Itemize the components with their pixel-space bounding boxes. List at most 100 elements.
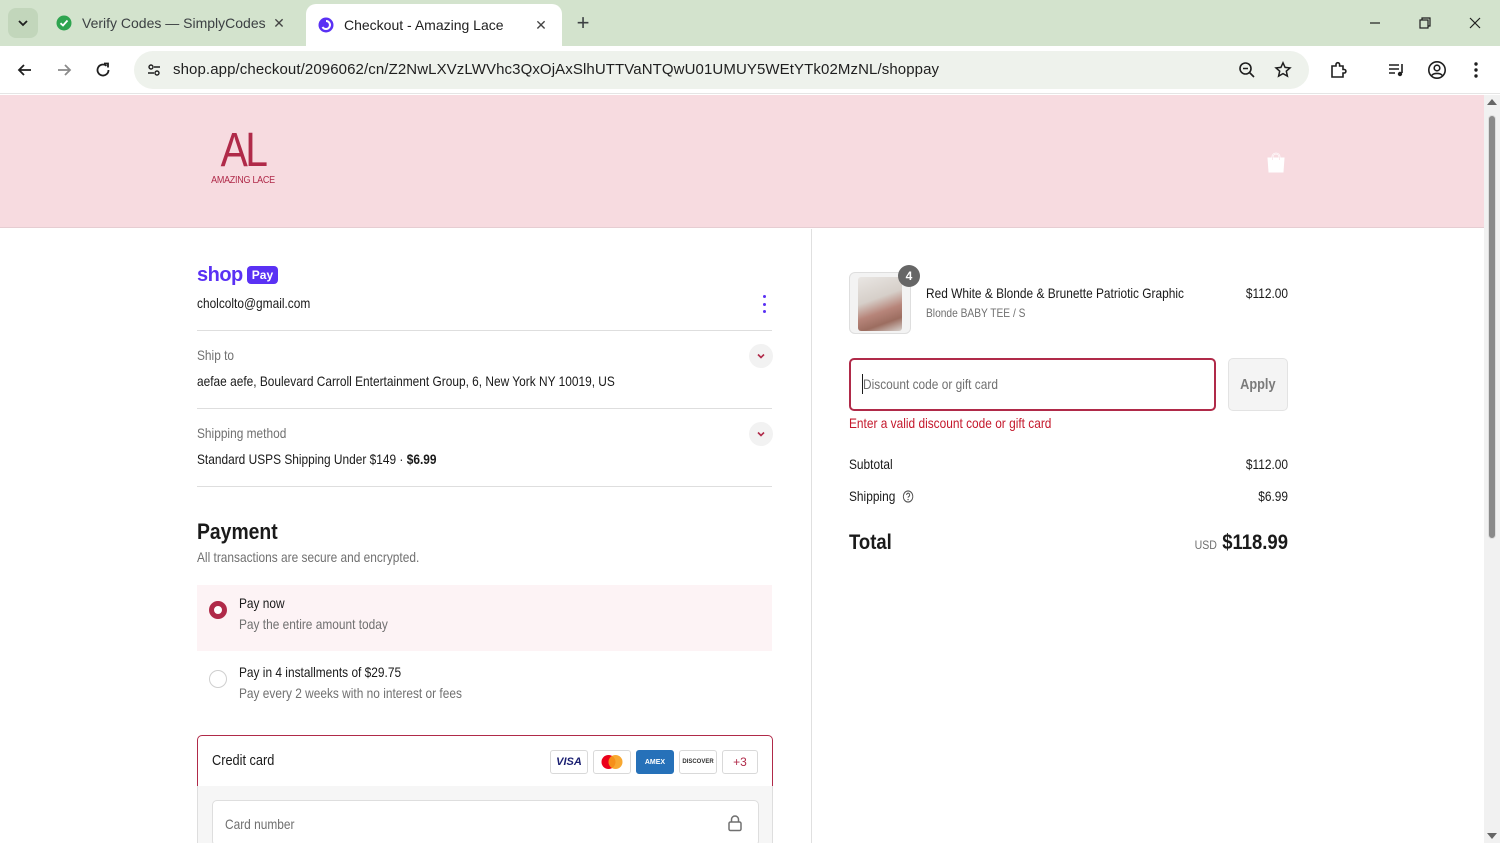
back-button[interactable] [10, 55, 40, 85]
shipping-value: $6.99 [1258, 488, 1288, 504]
page-viewport: AL AMAZING LACE shop Pay cholcolto@gmail… [0, 95, 1484, 843]
chevron-down-icon [757, 353, 765, 359]
reload-icon [96, 62, 110, 77]
discount-error-message: Enter a valid discount code or gift card [849, 415, 1052, 431]
pay-in-installments-option[interactable]: Pay in 4 installments of $29.75 Pay ever… [197, 654, 772, 720]
mastercard-icon [593, 750, 631, 774]
tab-title: Verify Codes — SimplyCodes [82, 15, 266, 31]
shipping-method-value: Standard USPS Shipping Under $149 · $6.9… [197, 451, 437, 467]
total-amount: $118.99 [1222, 531, 1288, 554]
lock-icon [728, 815, 742, 832]
arrow-left-icon [17, 64, 31, 76]
subtotal-label: Subtotal [849, 456, 893, 472]
puzzle-icon [1331, 61, 1347, 78]
forward-button[interactable] [49, 55, 79, 85]
store-logo[interactable]: AL AMAZING LACE [206, 127, 280, 191]
shop-pay-logo: shop Pay [197, 263, 279, 287]
payment-title: Payment [197, 519, 278, 544]
shopping-bag-icon[interactable] [1264, 151, 1288, 175]
card-number-field[interactable]: Card number [212, 800, 759, 843]
card-brands: VISA AMEX DISCOVER +3 [550, 750, 758, 774]
shop-pay-badge: Pay [246, 266, 279, 284]
shipping-method-price: $6.99 [406, 451, 437, 467]
credit-card-option[interactable]: Credit card VISA AMEX DISCOVER +3 [197, 735, 773, 787]
account-circle-icon [1428, 61, 1446, 79]
scrollbar-thumb[interactable] [1488, 115, 1496, 539]
discover-icon: DISCOVER [679, 750, 717, 774]
apply-label: Apply [1240, 376, 1276, 393]
extensions-button[interactable] [1325, 56, 1353, 84]
restore-button[interactable] [1410, 8, 1440, 38]
credit-card-form: Card number [197, 786, 773, 843]
apply-discount-button[interactable]: Apply [1228, 358, 1288, 411]
discount-code-input[interactable]: Discount code or gift card [849, 358, 1216, 411]
restore-icon [1419, 17, 1431, 29]
minimize-button[interactable] [1360, 8, 1390, 38]
more-cards-badge: +3 [722, 750, 758, 774]
product-variant: Blonde BABY TEE / S [926, 306, 1026, 320]
tab-search-button[interactable] [8, 8, 38, 38]
pay-now-radio[interactable] [209, 601, 227, 619]
currency-code: USD [1194, 538, 1217, 552]
pay-now-option[interactable]: Pay now Pay the entire amount today [197, 585, 772, 651]
site-info-button[interactable] [140, 56, 168, 84]
divider [197, 330, 772, 331]
option-title: Pay in 4 installments of $29.75 [239, 664, 402, 680]
more-vertical-icon [1474, 62, 1478, 78]
help-circle-icon[interactable] [902, 489, 913, 503]
discount-placeholder: Discount code or gift card [863, 376, 998, 392]
credit-card-label: Credit card [212, 752, 275, 769]
option-subtitle: Pay the entire amount today [239, 616, 388, 632]
close-tab-icon[interactable]: ✕ [270, 14, 288, 32]
ship-to-label: Ship to [197, 347, 235, 363]
tab-checkout[interactable]: Checkout - Amazing Lace ✕ [306, 4, 562, 46]
logo-monogram: AL [220, 124, 268, 177]
quantity-badge: 4 [898, 265, 920, 287]
simplycodes-icon [56, 15, 72, 31]
shipping-label: Shipping [849, 488, 913, 504]
page-scrollbar[interactable] [1484, 95, 1500, 843]
pay-in-installments-radio[interactable] [209, 670, 227, 688]
profile-button[interactable] [1423, 56, 1451, 84]
shipping-method-label: Shipping method [197, 425, 287, 441]
visa-icon: VISA [550, 750, 588, 774]
shipping-method-name: Standard USPS Shipping Under $149 · [197, 451, 407, 467]
arrow-right-icon [58, 64, 72, 76]
product-image [858, 277, 902, 331]
star-icon [1274, 61, 1292, 78]
subtotal-label-text: Subtotal [849, 456, 893, 472]
chevron-down-icon [18, 20, 28, 27]
ship-to-expand-button[interactable] [749, 344, 773, 368]
close-window-button[interactable] [1460, 8, 1490, 38]
close-tab-icon[interactable]: ✕ [532, 16, 550, 34]
site-header: AL AMAZING LACE [0, 95, 1484, 228]
tab-title: Checkout - Amazing Lace [344, 17, 504, 33]
bookmark-button[interactable] [1271, 58, 1295, 82]
new-tab-button[interactable]: + [570, 10, 596, 36]
media-control-button[interactable] [1383, 56, 1411, 84]
address-bar[interactable]: shop.app/checkout/2096062/cn/Z2NwLXVzLWV… [134, 51, 1309, 89]
divider [197, 408, 772, 409]
total-label: Total [849, 531, 892, 554]
reload-button[interactable] [88, 55, 118, 85]
close-icon [1469, 17, 1481, 29]
scroll-up-arrow-icon[interactable] [1487, 99, 1497, 105]
music-queue-icon [1389, 64, 1403, 77]
ship-to-address: aefae aefe, Boulevard Carroll Entertainm… [197, 373, 615, 389]
account-email: cholcolto@gmail.com [197, 295, 311, 311]
shipping-label-text: Shipping [849, 488, 896, 504]
url-text[interactable]: shop.app/checkout/2096062/cn/Z2NwLXVzLWV… [173, 61, 939, 78]
more-vertical-icon [762, 295, 766, 298]
column-divider [811, 229, 812, 843]
zoom-button[interactable] [1235, 58, 1259, 82]
account-menu-button[interactable] [756, 293, 772, 315]
option-subtitle: Pay every 2 weeks with no interest or fe… [239, 685, 462, 701]
shipping-method-expand-button[interactable] [749, 422, 773, 446]
subtotal-value: $112.00 [1245, 456, 1288, 472]
order-summary-panel [812, 229, 1484, 843]
product-price: $112.00 [1245, 285, 1288, 301]
tab-simplycodes[interactable]: Verify Codes — SimplyCodes ✕ [44, 6, 300, 40]
option-title: Pay now [239, 595, 285, 611]
scroll-down-arrow-icon[interactable] [1487, 833, 1497, 839]
browser-menu-button[interactable] [1462, 56, 1490, 84]
